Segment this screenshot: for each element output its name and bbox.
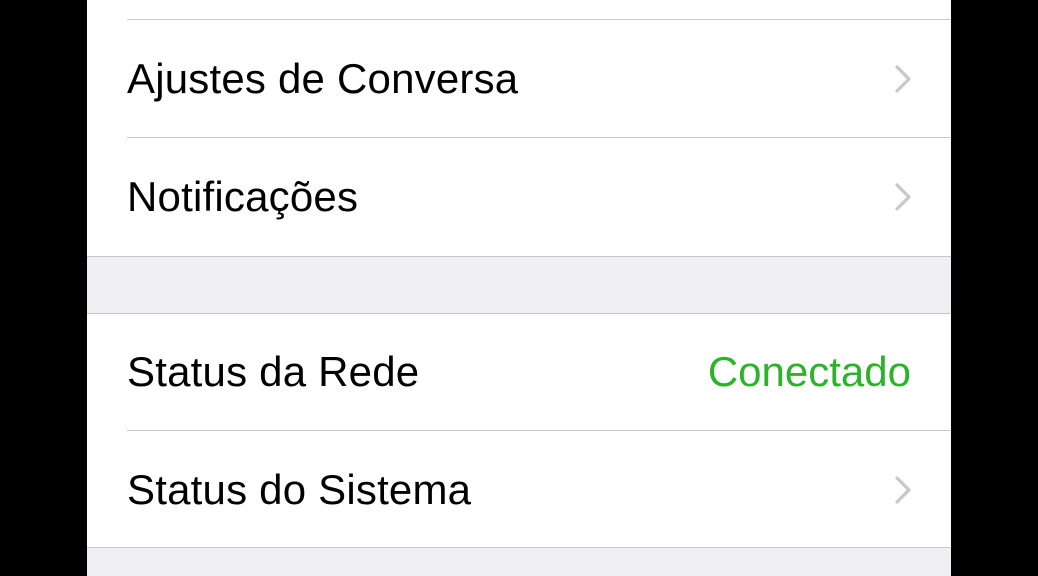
network-status-value: Conectado: [707, 348, 911, 395]
network-status-row: Status da Rede Conectado: [87, 313, 951, 431]
notifications-row[interactable]: Notificações: [87, 138, 951, 256]
network-status-label: Status da Rede: [127, 348, 420, 395]
chat-settings-label: Ajustes de Conversa: [127, 55, 519, 102]
system-status-label: Status do Sistema: [127, 466, 472, 513]
system-status-row[interactable]: Status do Sistema: [87, 431, 951, 549]
settings-group-status: Status da Rede Conectado Status do Siste…: [87, 313, 951, 548]
list-item-partial[interactable]: [87, 0, 951, 20]
chat-settings-row[interactable]: Ajustes de Conversa: [87, 20, 951, 138]
settings-group-chat: Ajustes de Conversa Notificações: [87, 0, 951, 257]
chevron-right-icon: [877, 59, 911, 99]
chevron-right-icon: [877, 470, 911, 510]
settings-screen: Ajustes de Conversa Notificações Status …: [87, 0, 951, 576]
group-border: [87, 256, 951, 257]
notifications-label: Notificações: [127, 173, 359, 220]
group-border: [87, 547, 951, 548]
chevron-right-icon: [877, 177, 911, 217]
